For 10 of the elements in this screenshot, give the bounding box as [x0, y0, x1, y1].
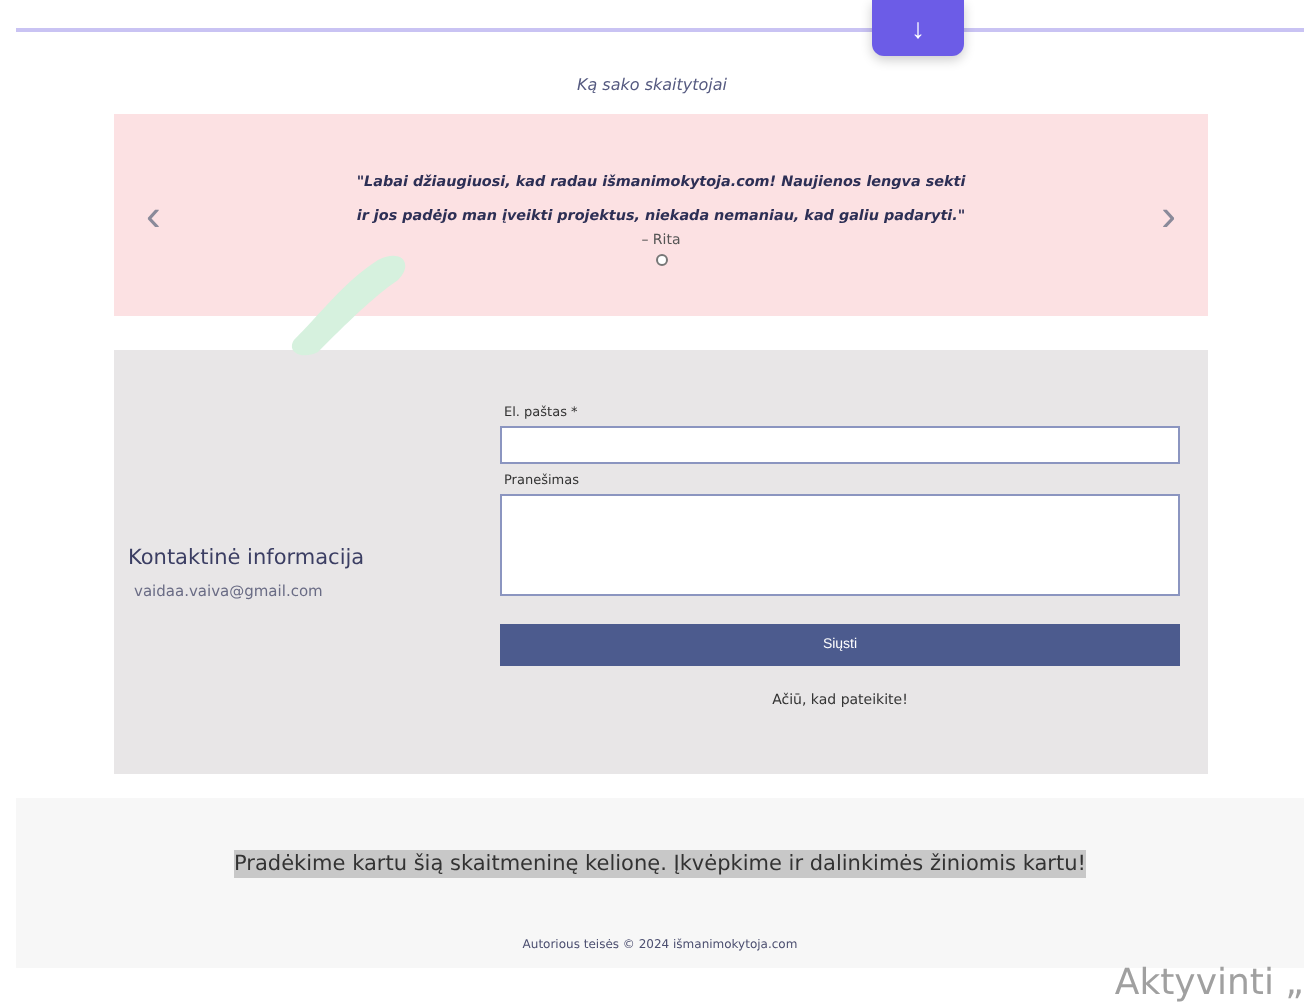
- section-heading: Ką sako skaitytojai: [576, 76, 727, 94]
- activation-notice: Aktyvinti „: [1114, 962, 1304, 1004]
- slide-dot[interactable]: [655, 254, 667, 266]
- message-field[interactable]: [500, 494, 1180, 596]
- footer-slogan: Pradėkime kartu šią skaitmeninę kelionę. Įkvėpkime ir dalinkimės žiniomis kartu!: [234, 850, 1086, 878]
- email-field[interactable]: [500, 426, 1180, 464]
- contact-title: Kontaktinė informacija: [128, 545, 367, 569]
- scroll-down-button[interactable]: ↓: [872, 0, 964, 56]
- next-button[interactable]: ›: [1153, 193, 1184, 237]
- previous-button[interactable]: ‹: [138, 193, 169, 237]
